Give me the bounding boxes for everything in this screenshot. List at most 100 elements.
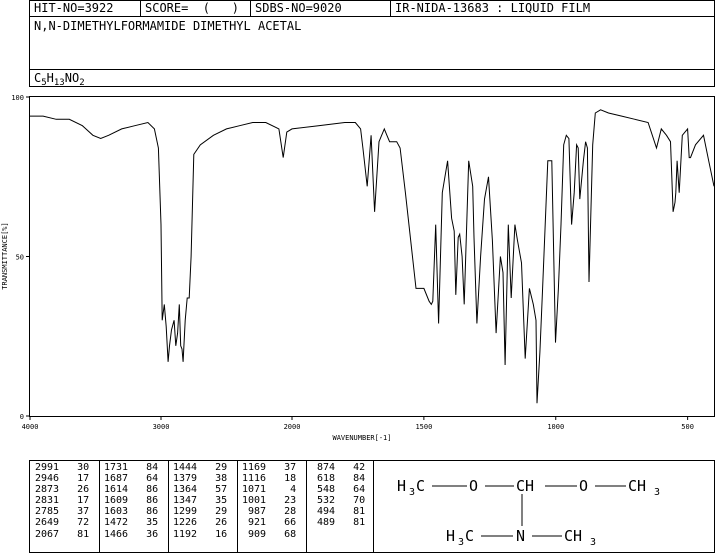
peak-wavenumber: 2785 [35, 506, 60, 518]
structure-box: H 3 C O CH O CH 3 H 3 C N CH 3 [373, 460, 715, 553]
peak-transmittance: 42 [335, 462, 366, 473]
ir-spectrum-chart: 100500 4000 3000 2000 1500 1000 500 TRANSMITT… [1, 94, 715, 442]
peak-table-row: 1731 84 [104, 462, 158, 473]
peak-table-row: 1687 64 [104, 473, 158, 484]
structure-h3-sub-bottom-right: 3 [590, 537, 596, 548]
x-tick-label: 2000 [284, 423, 301, 431]
peak-table-column: 1169 37 1116 18 1071 4 1001 23 987 28 921 6… [242, 462, 296, 540]
peak-wavenumber: 987 [242, 506, 267, 518]
peak-table-row: 2785 37 [35, 506, 89, 517]
x-tick-label: 500 [681, 423, 694, 431]
peak-wavenumber: 494 [311, 506, 336, 518]
peak-table-row: 2873 26 [35, 484, 89, 495]
peak-transmittance: 66 [266, 517, 297, 529]
peak-transmittance: 29 [197, 506, 228, 518]
peak-transmittance: 64 [335, 484, 366, 496]
peak-table-row: 1299 29 [173, 506, 227, 517]
peak-table-divider [99, 460, 100, 553]
peak-table-row: 2946 17 [35, 473, 89, 484]
peak-wavenumber: 1071 [242, 484, 267, 496]
peak-transmittance: 37 [266, 462, 297, 473]
peak-transmittance: 35 [128, 517, 159, 529]
peak-wavenumber: 2991 [35, 462, 60, 473]
peak-transmittance: 81 [335, 517, 366, 529]
peak-transmittance: 30 [59, 462, 90, 473]
peak-table-row: 1192 16 [173, 529, 227, 540]
peak-wavenumber: 489 [311, 517, 336, 529]
peak-wavenumber: 1614 [104, 484, 129, 496]
peak-transmittance: 35 [197, 495, 228, 507]
chemical-structure: H 3 C O CH O CH 3 H 3 C N CH 3 [397, 477, 660, 548]
peak-transmittance: 86 [128, 495, 159, 507]
y-tick-label: 50 [16, 254, 24, 262]
peak-transmittance: 81 [59, 528, 90, 540]
peak-transmittance: 16 [197, 528, 228, 540]
structure-c-left: C [416, 477, 425, 495]
peak-wavenumber: 1364 [173, 484, 198, 496]
structure-ch3-bottom: CH [564, 527, 582, 545]
structure-o-left: O [469, 477, 478, 495]
peak-wavenumber: 2831 [35, 495, 60, 507]
peak-transmittance: 68 [266, 528, 297, 540]
peak-wavenumber: 548 [311, 484, 336, 496]
peak-wavenumber: 1116 [242, 473, 267, 485]
peak-table-column: 2991 30 2946 17 2873 26 2831 17 2785 37 2649 … [35, 462, 89, 540]
peak-transmittance: 38 [197, 473, 228, 485]
x-tick-label: 3000 [153, 423, 170, 431]
peak-transmittance: 18 [266, 473, 297, 485]
peak-table-row: 1071 4 [242, 484, 296, 495]
structure-o-right: O [579, 477, 588, 495]
peak-table-row: 1466 36 [104, 529, 158, 540]
peak-table-divider [237, 460, 238, 553]
peak-wavenumber: 1379 [173, 473, 198, 485]
peak-wavenumber: 1472 [104, 517, 129, 529]
peak-table-row: 1169 37 [242, 462, 296, 473]
peak-table-column: 1444 29 1379 38 1364 57 1347 35 1299 29 1226 … [173, 462, 227, 540]
peak-transmittance: 37 [59, 506, 90, 518]
y-axis-label: TRANSMITTANCE[%] [1, 222, 9, 289]
peak-table-row: 987 28 [242, 506, 296, 517]
peak-table-row: 1609 86 [104, 495, 158, 506]
x-axis-label: WAVENUMBER[-1] [332, 434, 391, 442]
structure-h3-sub-right: 3 [654, 487, 660, 498]
peak-table-divider [306, 460, 307, 553]
peak-wavenumber: 1466 [104, 528, 129, 540]
peak-transmittance: 86 [128, 506, 159, 518]
peak-wavenumber: 1731 [104, 462, 129, 473]
peak-wavenumber: 1169 [242, 462, 267, 473]
peak-table-column: 1731 84 1687 64 1614 86 1609 86 1603 86 1472 … [104, 462, 158, 540]
peak-table-row: 1001 23 [242, 495, 296, 506]
peak-table-row: 1116 18 [242, 473, 296, 484]
structure-h3-sub-left: 3 [409, 487, 415, 498]
peak-table-row: 909 68 [242, 529, 296, 540]
x-tick-label: 4000 [22, 423, 39, 431]
peak-transmittance: 70 [335, 495, 366, 507]
peak-transmittance: 72 [59, 517, 90, 529]
structure-ch: CH [516, 477, 534, 495]
y-tick-label: 100 [11, 94, 24, 102]
peak-transmittance: 17 [59, 473, 90, 485]
peak-wavenumber: 2649 [35, 517, 60, 529]
peak-table-row: 1472 35 [104, 517, 158, 528]
peak-transmittance: 84 [335, 473, 366, 485]
peak-wavenumber: 2873 [35, 484, 60, 496]
peak-wavenumber: 1192 [173, 528, 198, 540]
peak-wavenumber: 909 [242, 528, 267, 540]
peak-table-row: 494 81 [311, 506, 365, 517]
peak-wavenumber: 618 [311, 473, 336, 485]
peak-transmittance: 26 [197, 517, 228, 529]
structure-ch3-right: CH [628, 477, 646, 495]
peak-table-row: 874 42 [311, 462, 365, 473]
peak-transmittance: 57 [197, 484, 228, 496]
structure-c-bottom-left: C [465, 527, 474, 545]
peak-table-row: 548 64 [311, 484, 365, 495]
peak-table-divider [168, 460, 169, 553]
spectrum-series-line [30, 109, 715, 404]
peak-table-row: 1226 26 [173, 517, 227, 528]
peak-table-row: 1614 86 [104, 484, 158, 495]
peak-table-row: 2649 72 [35, 517, 89, 528]
x-tick-label: 1500 [415, 423, 432, 431]
peak-table-row: 921 66 [242, 517, 296, 528]
peak-table-row: 1379 38 [173, 473, 227, 484]
structure-h-bottom-left: H [446, 527, 455, 545]
